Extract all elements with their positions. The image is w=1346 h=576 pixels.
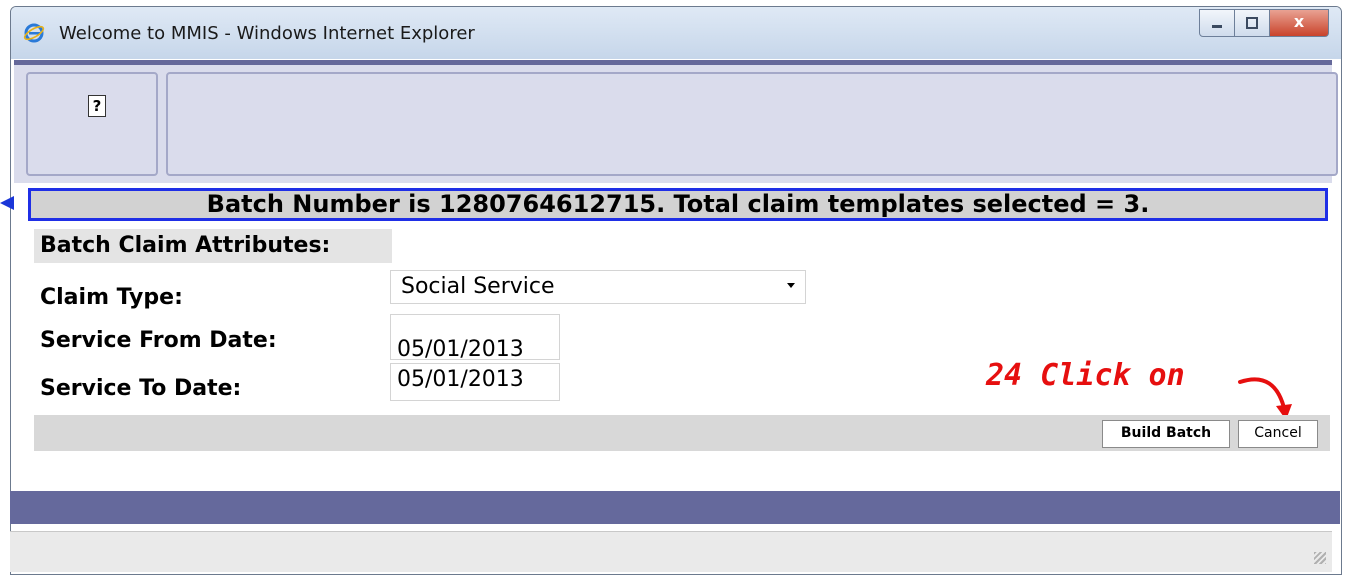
window-title: Welcome to MMIS - Windows Internet Explo… — [59, 23, 475, 44]
build-batch-button[interactable]: Build Batch — [1102, 420, 1230, 448]
minimize-button[interactable] — [1199, 9, 1235, 37]
maximize-icon — [1246, 17, 1258, 29]
chevron-down-icon — [787, 283, 795, 288]
section-title: Batch Claim Attributes: — [34, 229, 392, 263]
maximize-button[interactable] — [1235, 9, 1270, 37]
service-to-date-input[interactable]: 05/01/2013 — [390, 363, 560, 401]
service-from-date-input[interactable]: 05/01/2013 — [390, 314, 560, 362]
pointer-arrow-icon — [0, 196, 14, 210]
help-button[interactable]: ? — [88, 95, 106, 117]
header-panel — [166, 72, 1338, 176]
claim-type-label: Claim Type: — [40, 285, 183, 310]
service-from-date-label: Service From Date: — [40, 328, 277, 353]
window-controls: x — [1199, 9, 1329, 37]
cancel-button[interactable]: Cancel — [1238, 420, 1318, 448]
instruction-annotation: 24 Click on — [986, 358, 1185, 393]
status-bar — [10, 531, 1332, 572]
claim-type-value: Social Service — [401, 274, 555, 299]
help-panel — [26, 72, 158, 176]
close-icon: x — [1293, 12, 1305, 31]
title-bar: Welcome to MMIS - Windows Internet Explo… — [11, 7, 1341, 59]
resize-grip-icon[interactable] — [1314, 552, 1326, 564]
claim-type-select[interactable]: Social Service — [390, 270, 806, 304]
close-button[interactable]: x — [1270, 9, 1329, 37]
minimize-icon — [1212, 25, 1222, 28]
batch-number-banner: Batch Number is 1280764612715. Total cla… — [28, 188, 1328, 221]
internet-explorer-icon — [23, 23, 45, 43]
service-to-date-label: Service To Date: — [40, 376, 242, 401]
footer-band — [10, 491, 1340, 524]
